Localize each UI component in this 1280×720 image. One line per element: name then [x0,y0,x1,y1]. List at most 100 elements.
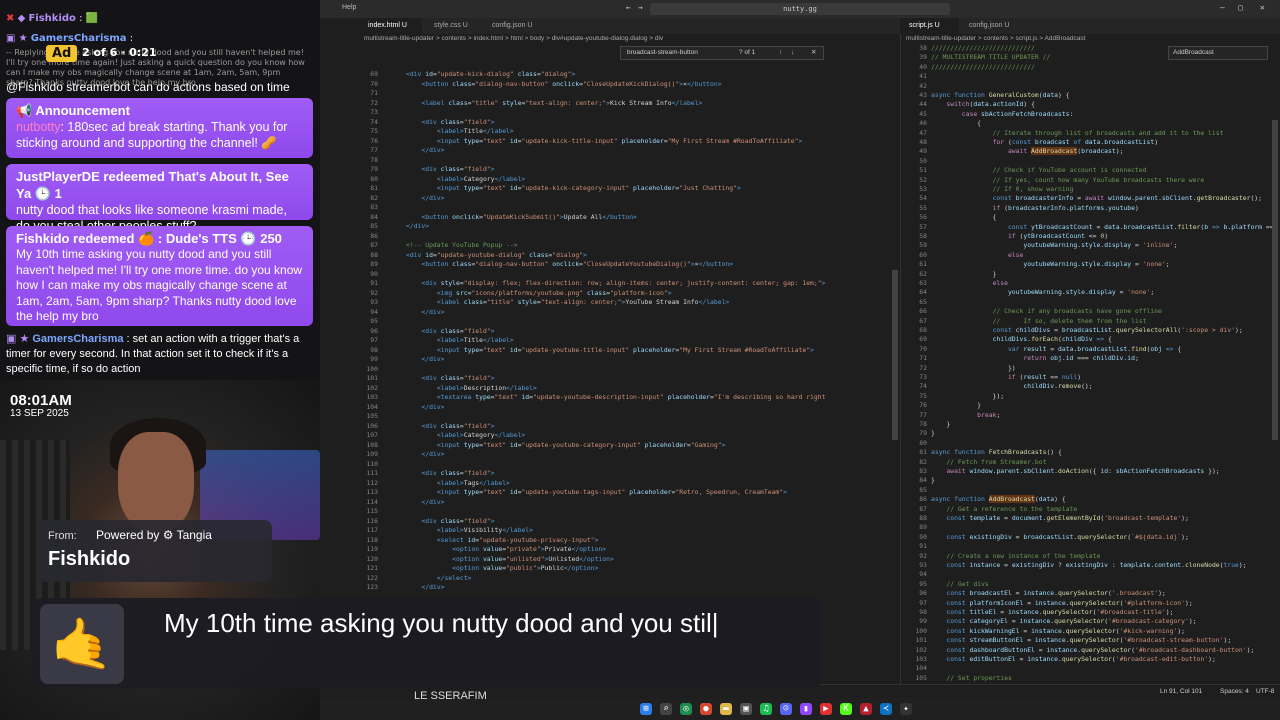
chat-username[interactable]: GamersCharisma [31,33,127,44]
twitch-icon[interactable]: ▮ [800,703,812,715]
code-line[interactable]: // Set properties [931,674,1011,684]
code-line[interactable]: // If yes, count how many YouTube broadc… [931,176,1205,186]
code-line[interactable]: case sbActionFetchBroadcasts: [931,110,1074,120]
code-line[interactable]: // Get a reference to the template [931,505,1077,515]
code-line[interactable]: // Create a new instance of the template [931,552,1100,562]
tab-style-css[interactable]: style.css U [426,18,482,34]
html-editor[interactable]: 69 <div id="update-kick-dialog" class="di… [320,44,900,684]
code-line[interactable]: <!-- Update YouTube Popup --> [406,241,518,251]
code-line[interactable]: async function AddBroadcast(data) { [931,495,1066,505]
find-input[interactable]: broadcast-stream-button [627,49,698,56]
app-icon[interactable]: ▣ [740,703,752,715]
vscode-icon[interactable]: ≺ [880,703,892,715]
code-line[interactable]: const broadcastEl = instance.querySelect… [931,589,1165,599]
code-line[interactable]: const platformIconEl = instance.querySel… [931,599,1192,609]
code-line[interactable]: </div> [406,146,444,156]
code-line[interactable]: childDiv.remove(); [931,382,1092,392]
code-line[interactable]: // If so, delete them from the list [931,317,1147,327]
code-line[interactable]: } [931,270,997,280]
find-widget[interactable]: broadcast-stream-button ? of 1 ↑ ↓ ✕ [620,46,824,60]
chat-username[interactable]: GamersCharisma [32,333,123,345]
code-line[interactable]: youtubeWarning.style.display = 'inline'; [931,241,1177,251]
code-line[interactable]: } [931,420,950,430]
code-line[interactable]: <div id="update-kick-dialog" class="dial… [406,70,575,80]
code-line[interactable]: else [931,251,1023,261]
code-line[interactable]: <div class="field"> [406,517,494,527]
code-line[interactable]: <label>Description</label> [406,384,537,394]
code-line[interactable]: <label>Title</label> [406,127,514,137]
find-prev-icon[interactable]: ↑ [779,47,782,59]
youtube-icon[interactable]: ▶ [820,703,832,715]
code-line[interactable]: <option value="public">Public</option> [406,564,598,574]
tab-index-html[interactable]: index.html U [360,18,422,34]
menu-help[interactable]: Help [342,4,356,11]
code-line[interactable]: } [931,476,935,486]
code-line[interactable]: <label>Tags</label> [406,479,510,489]
code-line[interactable]: } [931,401,981,411]
app-icon[interactable]: ✦ [900,703,912,715]
code-line[interactable]: // Get divs [931,580,988,590]
code-line[interactable]: </div> [406,583,444,593]
code-line[interactable]: var result = data.broadcastList.find(obj… [931,345,1181,355]
code-line[interactable]: const instance = existingDiv ? existingD… [931,561,1246,571]
code-line[interactable]: <option value="unlisted">Unlisted</optio… [406,555,614,565]
code-line[interactable]: /////////////////////////// [931,63,1035,73]
discord-icon[interactable]: ☺ [780,703,792,715]
find-close-icon[interactable]: ✕ [811,47,816,59]
browser-icon[interactable]: ● [700,703,712,715]
code-line[interactable]: for (const broadcast of data.broadcastLi… [931,138,1159,148]
folder-icon[interactable]: ▬ [720,703,732,715]
tab-script-js[interactable]: script.js U [901,18,959,34]
code-line[interactable]: return obj.id === childDiv.id; [931,354,1138,364]
chrome-icon[interactable]: ◎ [680,703,692,715]
code-line[interactable]: break; [931,411,1000,421]
code-line[interactable]: </div> [406,450,444,460]
code-line[interactable]: <div class="field"> [406,469,494,479]
code-line[interactable]: const childDivs = broadcastList.querySel… [931,326,1243,336]
scrollbar-right[interactable] [1272,120,1278,440]
cursor-position[interactable]: Ln 91, Col 101 [1160,688,1202,695]
find-widget-right[interactable]: AddBroadcast [1168,46,1268,60]
code-line[interactable]: youtubeWarning.style.display = 'none'; [931,260,1169,270]
find-input[interactable]: AddBroadcast [1173,49,1214,56]
code-line[interactable]: const titleEl = instance.querySelector('… [931,608,1173,618]
code-line[interactable]: <label>Title</label> [406,336,514,346]
code-line[interactable]: <div id="update-youtube-dialog" class="d… [406,251,587,261]
tab-config-json[interactable]: config.json U [961,18,1029,34]
code-line[interactable]: <div class="field"> [406,118,494,128]
code-line[interactable]: <div class="field"> [406,165,494,175]
code-line[interactable]: </div> [406,403,444,413]
maximize-icon[interactable]: ▢ [1238,3,1243,12]
tab-config-json[interactable]: config.json U [484,18,550,34]
code-line[interactable]: }) [931,364,1016,374]
nav-forward-icon[interactable]: → [638,3,643,12]
announcement-user[interactable]: nutbotty [16,120,60,134]
start-icon[interactable]: ⊞ [640,703,652,715]
code-line[interactable]: const ytBroadcastCount = data.broadcastL… [931,223,1274,233]
code-line[interactable]: switch(data.actionId) { [931,100,1035,110]
chat-username[interactable]: Fishkido [28,13,75,24]
code-line[interactable]: childDivs.forEach(childDiv => { [931,335,1112,345]
code-line[interactable]: await AddBroadcast(broadcast); [931,147,1123,157]
code-line[interactable]: else [931,279,1008,289]
encoding[interactable]: UTF-8 [1256,688,1274,695]
code-line[interactable]: <input type="text" id="update-youtube-ta… [406,488,787,498]
code-line[interactable]: <div class="field"> [406,374,494,384]
code-line[interactable]: // If 0, show warning [931,185,1074,195]
find-next-icon[interactable]: ↓ [791,47,794,59]
code-line[interactable]: <label>Visibility</label> [406,526,533,536]
code-line[interactable]: </div> [406,222,429,232]
code-line[interactable]: // Fetch from Streamer.bot [931,458,1046,468]
code-line[interactable]: { [931,119,981,129]
left-breadcrumb[interactable]: multistream-title-updater > contents > i… [364,35,663,42]
code-line[interactable]: // MULTISTREAM TITLE UPDATER // [931,53,1050,63]
code-line[interactable]: const template = document.getElementById… [931,514,1188,524]
kick-icon[interactable]: K [840,703,852,715]
code-line[interactable]: </div> [406,355,444,365]
code-line[interactable]: </div> [406,308,444,318]
code-line[interactable]: <div class="field"> [406,422,494,432]
code-line[interactable]: <label class="title" style="text-align: … [406,298,730,308]
code-line[interactable]: if (broadcasterInfo.platforms.youtube) [931,204,1139,214]
command-center-search[interactable]: nutty.gg [650,3,950,15]
code-line[interactable]: async function GeneralCustom(data) { [931,91,1070,101]
